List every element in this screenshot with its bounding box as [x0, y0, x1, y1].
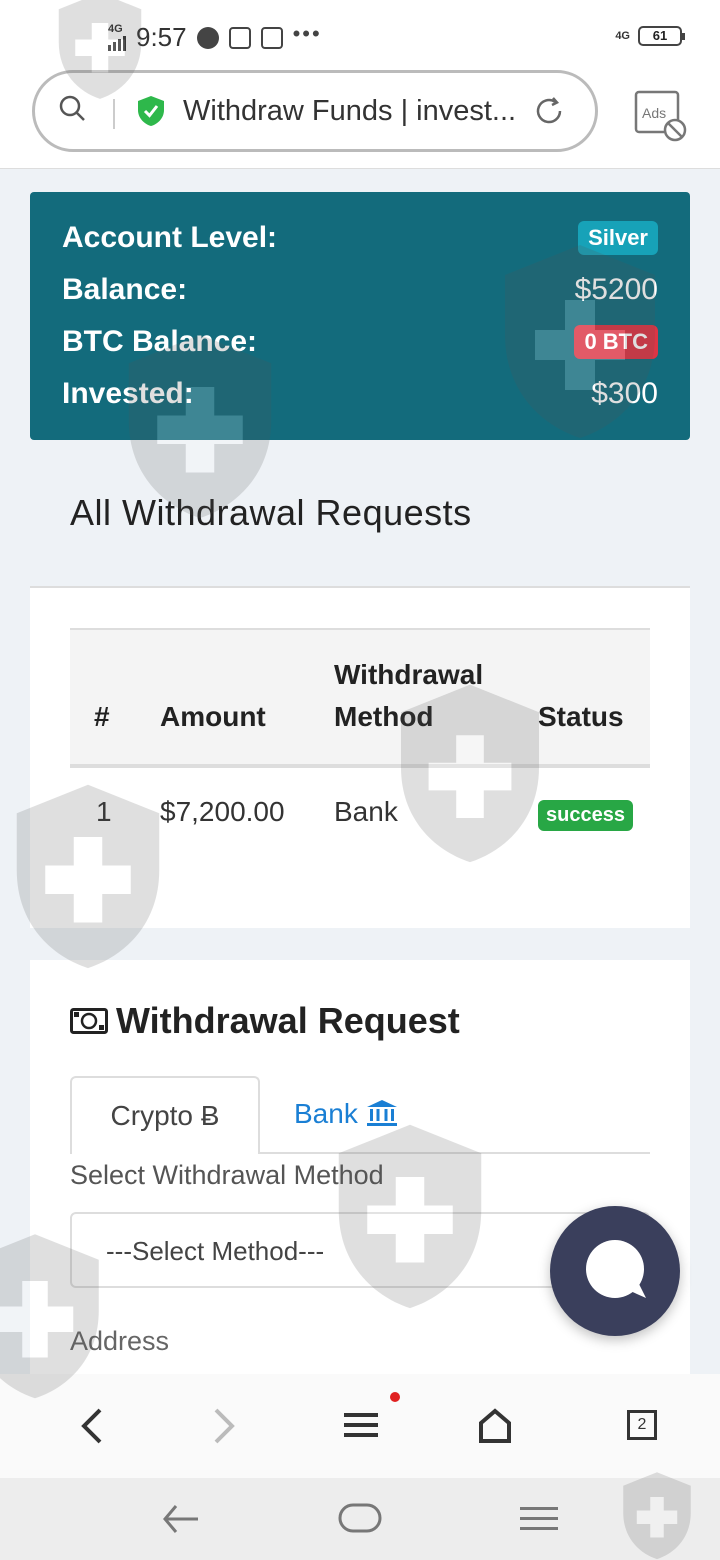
- search-icon[interactable]: [59, 95, 85, 121]
- news-icon: [260, 26, 283, 49]
- home-icon[interactable]: [478, 1408, 512, 1444]
- account-level-row: Account Level: Silver: [62, 212, 658, 264]
- column-header-withdrawal: Withdrawal: [334, 659, 484, 690]
- tab-bank-label: Bank: [294, 1098, 358, 1129]
- browser-toolbar: Withdraw Funds | invest... Ads: [0, 70, 720, 169]
- page-title[interactable]: Withdraw Funds | invest...: [183, 95, 516, 128]
- tabs-button[interactable]: 2: [627, 1410, 657, 1440]
- row-method: Bank: [334, 796, 398, 827]
- chat-button[interactable]: [550, 1206, 680, 1336]
- balance-label: Balance:: [62, 273, 188, 306]
- reload-icon[interactable]: [533, 95, 565, 127]
- tab-bank[interactable]: Bank: [294, 1076, 398, 1154]
- bank-icon: [366, 1100, 397, 1126]
- system-recents-icon[interactable]: [520, 1504, 558, 1534]
- forward-icon[interactable]: [210, 1408, 240, 1444]
- signal-bars-icon: [108, 35, 126, 51]
- notification-dot: [390, 1392, 400, 1402]
- status-bar: 4G 9:57 ••• 4G 61: [0, 0, 720, 72]
- account-level-label: Account Level:: [62, 221, 278, 254]
- account-summary-card: Account Level: Silver Balance: $5200 BTC…: [30, 192, 690, 440]
- btc-balance-row: BTC Balance: 0 BTC: [62, 316, 658, 368]
- system-home-icon[interactable]: [338, 1502, 382, 1534]
- form-title: Withdrawal Request: [116, 1000, 460, 1041]
- balance-row: Balance: $5200: [62, 264, 658, 316]
- status-right: 4G 61: [615, 26, 685, 46]
- column-header-amount: Amount: [160, 701, 266, 732]
- secure-shield-icon: [138, 96, 164, 126]
- system-nav-bar: [0, 1478, 720, 1560]
- menu-icon[interactable]: [344, 1408, 378, 1442]
- address-label: Address: [70, 1326, 170, 1356]
- system-back-icon[interactable]: [162, 1502, 200, 1536]
- column-header-status: Status: [538, 701, 624, 732]
- section-title: All Withdrawal Requests: [70, 492, 472, 533]
- column-header-number: #: [94, 701, 110, 732]
- clock: 9:57: [136, 22, 187, 52]
- signal-indicator: 4G: [108, 24, 126, 51]
- status-badge: success: [538, 800, 633, 831]
- invested-value: $300: [591, 377, 658, 410]
- address-bar[interactable]: Withdraw Funds | invest...: [32, 70, 598, 152]
- network-type-right: 4G: [615, 29, 630, 42]
- balance-value: $5200: [574, 273, 658, 306]
- table-header: # Amount Withdrawal Method Status: [70, 628, 650, 768]
- ads-label: Ads: [642, 105, 666, 121]
- status-left: 4G 9:57 •••: [108, 20, 322, 53]
- network-type: 4G: [108, 23, 123, 35]
- invested-label: Invested:: [62, 377, 194, 410]
- more-notifications-icon: •••: [292, 20, 322, 46]
- money-icon: [70, 1008, 108, 1034]
- btc-balance-label: BTC Balance:: [62, 325, 258, 358]
- chat-bubble-icon: [586, 1240, 646, 1298]
- row-number: 1: [96, 796, 112, 827]
- notification-icon: [228, 26, 251, 49]
- method-select-value: ---Select Method---: [106, 1236, 325, 1266]
- tab-crypto[interactable]: Crypto Ƀ: [70, 1076, 260, 1154]
- back-icon[interactable]: [76, 1408, 106, 1444]
- column-header-method: Method: [334, 701, 434, 732]
- messenger-icon: [196, 26, 219, 49]
- select-method-label: Select Withdrawal Method: [70, 1160, 384, 1190]
- withdrawal-history-header: All Withdrawal Requests: [30, 468, 690, 588]
- battery-icon: 61: [638, 26, 685, 46]
- ad-block-button[interactable]: Ads: [634, 90, 688, 144]
- withdrawal-history-table: # Amount Withdrawal Method Status 1 $7,2…: [30, 588, 690, 928]
- btc-balance-badge: 0 BTC: [574, 325, 658, 359]
- account-level-badge: Silver: [578, 221, 658, 255]
- row-amount: $7,200.00: [160, 796, 285, 827]
- browser-nav-bar: 2: [0, 1374, 720, 1478]
- invested-row: Invested: $300: [62, 368, 658, 420]
- divider: [113, 99, 115, 129]
